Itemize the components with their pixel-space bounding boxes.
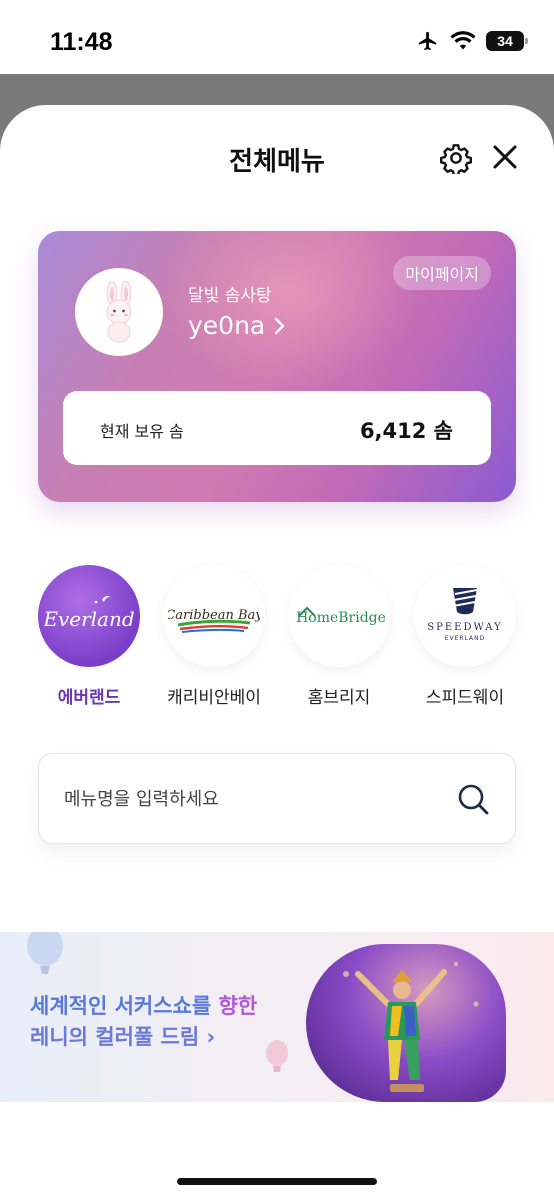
profile-nickname: 달빛 솜사탕 xyxy=(188,286,272,306)
everland-logo: Everland xyxy=(38,565,140,667)
status-icons: 34 xyxy=(416,30,528,52)
brand-label: 에버랜드 xyxy=(57,688,121,708)
everland-logo-text: Everland xyxy=(44,607,134,631)
hot-air-balloon-icon xyxy=(266,1040,288,1072)
brand-speedway[interactable]: SPEEDWAY EVERLAND 스피드웨이 xyxy=(410,565,520,708)
wifi-icon xyxy=(450,31,476,50)
menu-search-box xyxy=(38,753,516,844)
brand-label: 홈브리지 xyxy=(307,688,371,708)
speedway-logo-subtext: EVERLAND xyxy=(445,635,486,642)
search-icon[interactable] xyxy=(456,782,490,816)
profile-card: 달빛 솜사탕 ye0na 마이페이지 현재 보유 솜 6,412 솜 xyxy=(38,231,516,502)
full-menu-sheet: 전체메뉴 달빛 솜사탕 ye0na 마이페이지 현재 보유 솜 6,412 솜 … xyxy=(0,105,554,1200)
brand-caribbean-bay[interactable]: Caribbean Bay 캐리비안베이 xyxy=(159,565,269,708)
homebridge-logo-text: HomeBridge xyxy=(296,610,385,626)
status-bar: 11:48 34 xyxy=(0,0,554,74)
caribbean-bay-logo: Caribbean Bay xyxy=(163,565,265,667)
airplane-icon xyxy=(418,31,437,51)
avatar[interactable] xyxy=(75,268,163,356)
circus-performer-image xyxy=(306,944,506,1102)
points-label: 현재 보유 솜 xyxy=(100,422,184,441)
speedway-logo: SPEEDWAY EVERLAND xyxy=(414,565,516,667)
hot-air-balloon-icon xyxy=(27,932,63,974)
points-value: 6,412 솜 xyxy=(359,419,453,443)
brand-label: 캐리비안베이 xyxy=(167,688,261,708)
speedway-logo-text: SPEEDWAY xyxy=(427,622,502,633)
brand-homebridge[interactable]: HomeBridge 홈브리지 xyxy=(284,565,394,708)
settings-gear-icon[interactable] xyxy=(440,142,472,174)
menu-search-input[interactable] xyxy=(64,782,424,816)
chevron-right-icon xyxy=(275,317,285,334)
banner-headline: 세계적인 서커스쇼를 향한 xyxy=(30,994,258,1018)
profile-username: ye0na xyxy=(188,311,266,340)
brand-label: 스피드웨이 xyxy=(425,688,505,708)
brand-list: Everland 에버랜드 Caribbean Bay 캐리비안베이 HomeB… xyxy=(0,565,554,725)
profile-username-link[interactable]: ye0na xyxy=(188,311,287,340)
banner-subline: 레니의 컬러풀 드림 › xyxy=(30,1025,216,1049)
battery-indicator: 34 xyxy=(486,31,528,51)
close-icon[interactable] xyxy=(490,142,520,172)
home-indicator xyxy=(177,1178,377,1185)
bunny-character-icon xyxy=(106,281,132,343)
status-time: 11:48 xyxy=(50,28,113,56)
homebridge-logo: HomeBridge xyxy=(288,565,390,667)
points-box[interactable]: 현재 보유 솜 6,412 솜 xyxy=(63,391,491,465)
promo-banner[interactable]: 세계적인 서커스쇼를 향한 레니의 컬러풀 드림 › xyxy=(0,932,554,1102)
brand-everland[interactable]: Everland 에버랜드 xyxy=(34,565,144,708)
mypage-button[interactable]: 마이페이지 xyxy=(393,256,491,290)
